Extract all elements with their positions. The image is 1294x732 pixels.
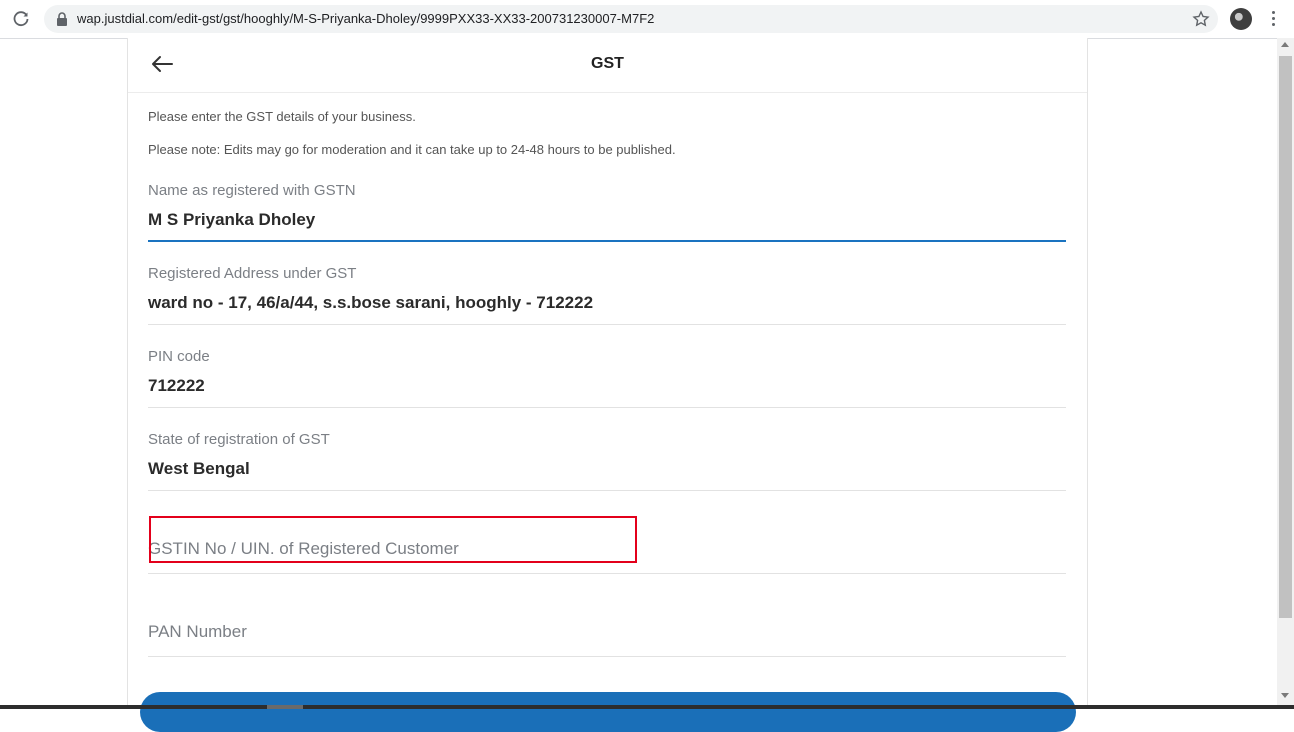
browser-toolbar: wap.justdial.com/edit-gst/gst/hooghly/M-… — [0, 0, 1294, 39]
address-bar[interactable]: wap.justdial.com/edit-gst/gst/hooghly/M-… — [44, 5, 1218, 33]
gst-state-field[interactable]: State of registration of GST West Bengal — [148, 427, 1066, 491]
url-text: wap.justdial.com/edit-gst/gst/hooghly/M-… — [77, 11, 655, 26]
pan-number-field[interactable]: PAN Number — [148, 593, 1066, 657]
pin-code-field[interactable]: PIN code 712222 — [148, 344, 1066, 408]
page-header: GST — [128, 38, 1087, 93]
browser-menu-icon[interactable] — [1266, 8, 1280, 30]
gst-state-label: State of registration of GST — [148, 431, 330, 448]
scrollbar-thumb[interactable] — [1279, 56, 1292, 618]
scroll-up-arrow-icon[interactable] — [1281, 42, 1289, 47]
pin-code-value[interactable]: 712222 — [148, 376, 205, 396]
lock-icon — [57, 12, 67, 26]
pan-number-placeholder[interactable]: PAN Number — [148, 622, 247, 642]
registered-address-label: Registered Address under GST — [148, 265, 357, 282]
page-scrollbar[interactable] — [1277, 38, 1294, 709]
pin-code-label: PIN code — [148, 348, 210, 365]
gstn-name-label: Name as registered with GSTN — [148, 182, 356, 199]
moderation-note: Please note: Edits may go for moderation… — [148, 142, 676, 157]
registered-address-value[interactable]: ward no - 17, 46/a/44, s.s.bose sarani, … — [148, 293, 593, 313]
reload-icon[interactable] — [12, 10, 30, 28]
intro-note: Please enter the GST details of your bus… — [148, 109, 416, 124]
gstin-field[interactable]: GSTIN No / UIN. of Registered Customer — [148, 510, 1066, 574]
page-title: GST — [591, 55, 624, 72]
gstn-name-value[interactable]: M S Priyanka Dholey — [148, 210, 315, 230]
submit-button[interactable] — [140, 692, 1076, 732]
gstin-placeholder[interactable]: GSTIN No / UIN. of Registered Customer — [148, 539, 459, 559]
bookmark-star-icon[interactable] — [1192, 10, 1210, 28]
gst-state-value[interactable]: West Bengal — [148, 459, 250, 479]
registered-address-field[interactable]: Registered Address under GST ward no - 1… — [148, 261, 1066, 325]
profile-avatar[interactable] — [1230, 8, 1252, 30]
gst-form-card: GST Please enter the GST details of your… — [127, 38, 1088, 732]
bottom-taskbar-edge — [0, 705, 1294, 709]
scroll-down-arrow-icon[interactable] — [1281, 693, 1289, 698]
gstn-name-field[interactable]: Name as registered with GSTN M S Priyank… — [148, 178, 1066, 242]
